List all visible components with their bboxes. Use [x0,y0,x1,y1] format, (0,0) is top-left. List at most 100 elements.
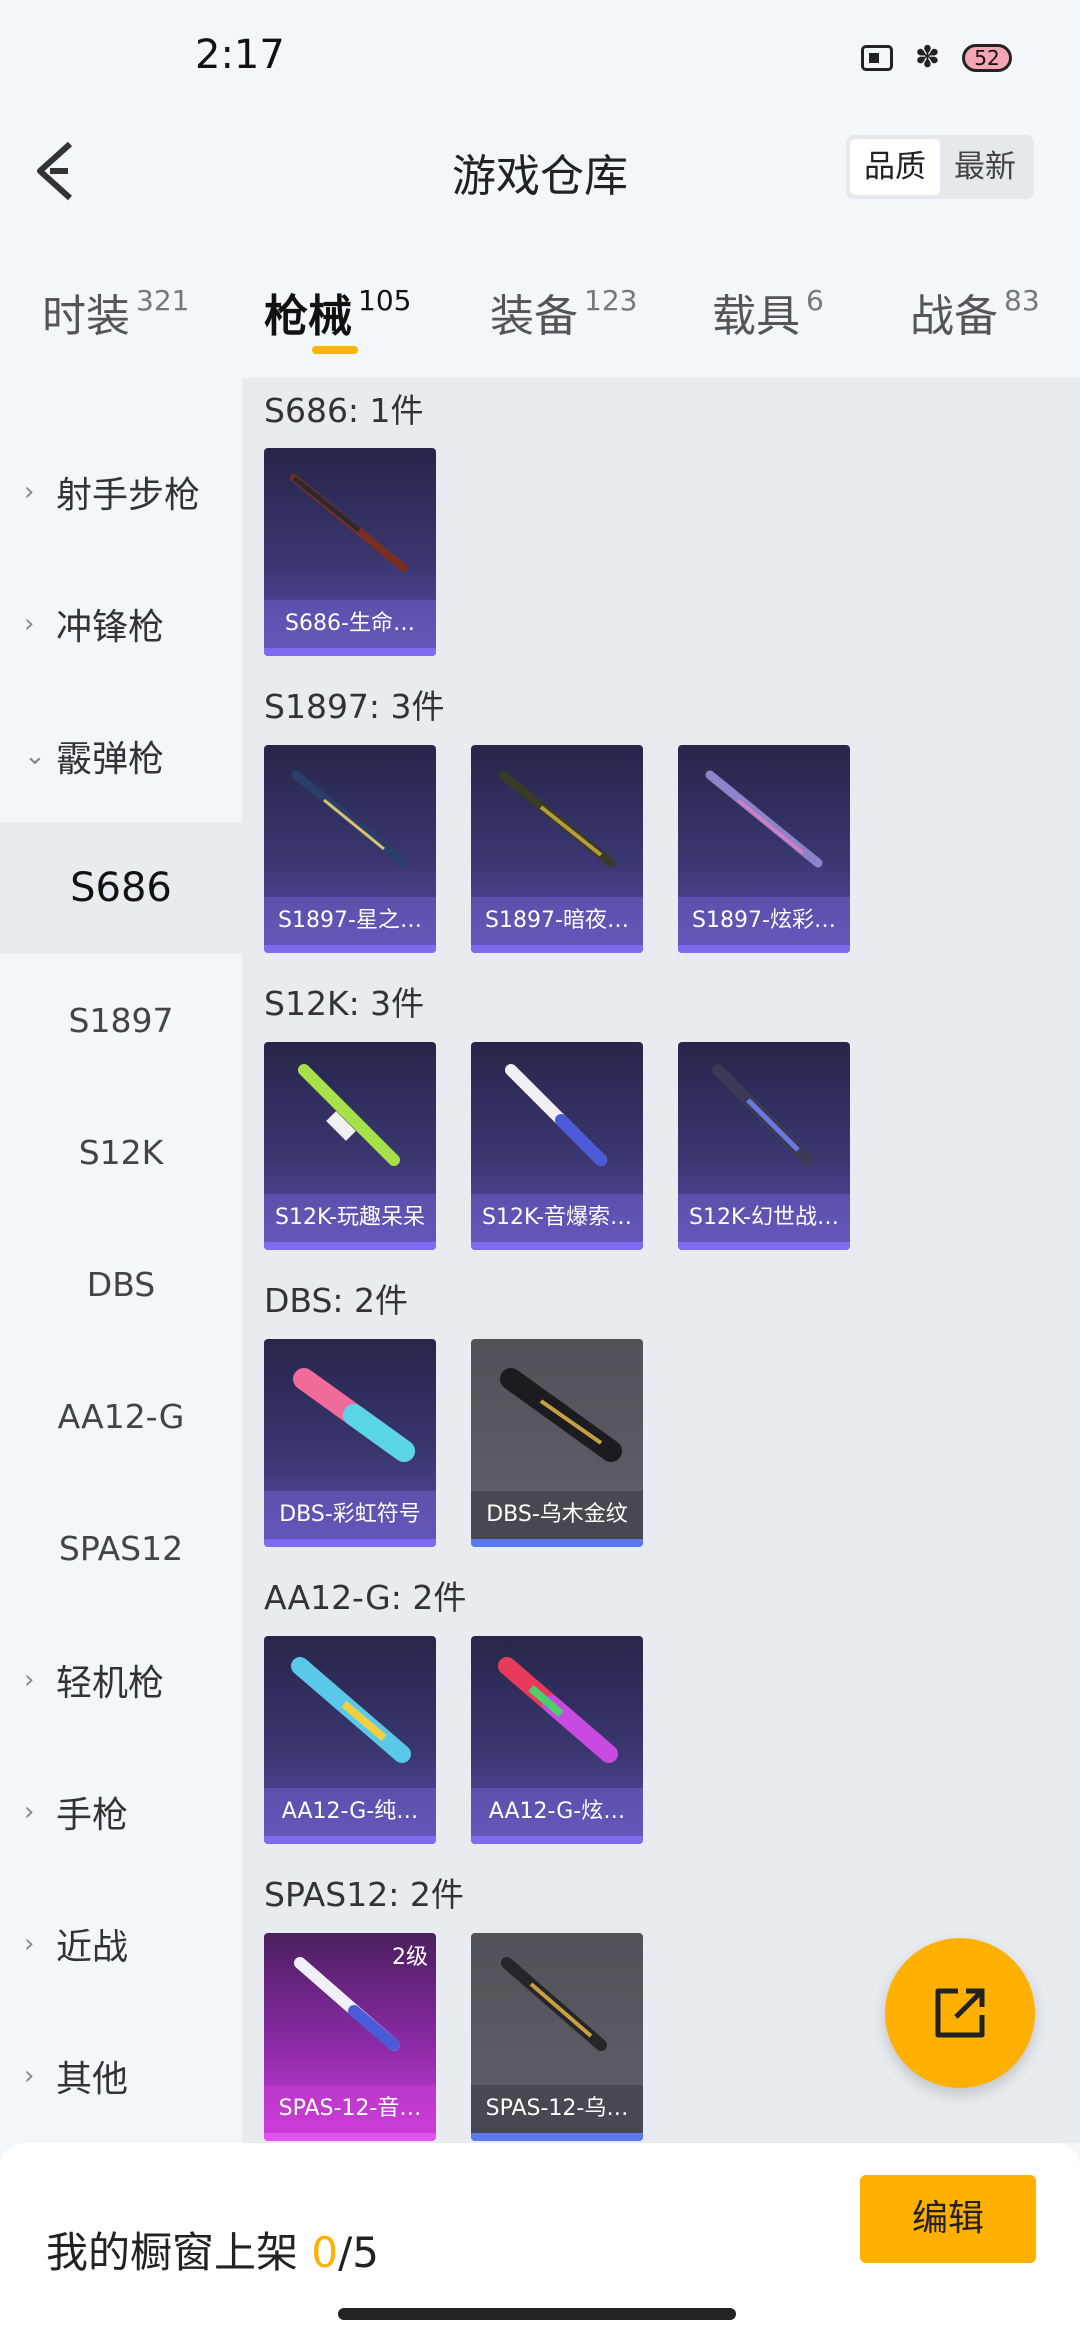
tab-label: 战备 [910,291,998,342]
section-title-spas12: SPAS12: 2件 [264,1875,464,1914]
rarity-bar [471,2133,643,2141]
status-icons: ✽ 52 [860,40,1012,75]
tab-equipment[interactable]: 装备 123 [490,280,637,344]
section-title-s1897: S1897: 3件 [264,687,445,726]
item-name: AA12-G-纯… [264,1788,436,1836]
item-name: SPAS-12-乌… [471,2085,643,2133]
showcase-status: 我的橱窗上架 0/5 [46,2219,379,2280]
shotgun-icon [498,770,616,868]
sort-toggle: 品质 最新 [846,135,1034,199]
item-card[interactable]: S12K-玩趣呆呆 [264,1042,436,1250]
section-title-s686: S686: 1件 [264,391,424,430]
status-bar: 2:17 ✽ 52 [0,0,1080,120]
sidebar-item-aa12g[interactable]: AA12-G [0,1350,242,1482]
sidebar-item-label: 冲锋枪 [56,607,165,648]
item-name: S686-生命… [264,600,436,648]
sidebar-item-s12k[interactable]: S12K [0,1086,242,1218]
rarity-bar [471,1836,643,1844]
sidebar-item-label: 其他 [56,2059,129,2100]
sim-card-icon [860,44,893,71]
active-tab-indicator [312,346,358,354]
status-time: 2:17 [195,32,285,78]
sidebar-item-pistol[interactable]: › 手枪 [0,1746,242,1878]
chevron-right-icon: › [24,477,35,507]
battery-icon: 52 [962,43,1012,72]
item-card[interactable]: S12K-音爆索… [471,1042,643,1250]
tab-count: 83 [1004,284,1040,317]
tab-vehicles[interactable]: 载具 6 [712,280,824,344]
shotgun-icon [500,1368,622,1462]
item-card[interactable]: S1897-星之… [264,745,436,953]
item-card[interactable]: 2级 SPAS-12-音… [264,1933,436,2141]
sidebar-item-label: 近战 [56,1927,129,1968]
item-name: S1897-星之… [264,897,436,945]
shotgun-icon [290,474,408,572]
home-indicator[interactable] [338,2308,736,2320]
item-card[interactable]: AA12-G-纯… [264,1636,436,1844]
item-card[interactable]: DBS-彩虹符号 [264,1339,436,1547]
item-name: DBS-彩虹符号 [264,1491,436,1539]
item-card[interactable]: S1897-暗夜… [471,745,643,953]
item-card[interactable]: S1897-炫彩… [678,745,850,953]
item-name: DBS-乌木金纹 [471,1491,643,1539]
item-card[interactable]: S12K-幻世战… [678,1042,850,1250]
shotgun-icon [498,1657,618,1763]
category-tabs: 时装 321 枪械 105 装备 123 载具 6 战备 83 [0,260,1080,360]
shotgun-icon [705,770,823,868]
rarity-bar [264,945,436,953]
tab-supplies[interactable]: 战备 83 [910,280,1040,344]
rarity-bar [264,1836,436,1844]
sidebar-item-dbs[interactable]: DBS [0,1218,242,1350]
sidebar-item-other[interactable]: › 其他 [0,2010,242,2142]
chevron-right-icon: › [24,1797,35,1827]
shotgun-icon [293,1368,415,1462]
tab-outfits[interactable]: 时装 321 [42,280,189,344]
sidebar-item-label: 霰弹枪 [56,739,165,780]
tab-label: 载具 [712,291,800,342]
tab-count: 105 [358,284,412,317]
item-card[interactable]: AA12-G-炫… [471,1636,643,1844]
sidebar-item-melee[interactable]: › 近战 [0,1878,242,2010]
sidebar-item-label: 轻机枪 [56,1663,165,1704]
shotgun-icon [291,770,409,868]
sort-newest-button[interactable]: 最新 [940,139,1030,195]
tab-guns[interactable]: 枪械 105 [264,280,411,344]
section-title-aa12g: AA12-G: 2件 [264,1578,467,1617]
item-name: S12K-音爆索… [471,1194,643,1242]
sidebar-item-shotgun[interactable]: ⌄ 霰弹枪 [0,690,242,822]
item-name: S12K-幻世战… [678,1194,850,1242]
tab-label: 时装 [42,291,130,342]
rarity-bar [471,1242,643,1250]
sidebar-item-smg[interactable]: › 冲锋枪 [0,558,242,690]
chevron-down-icon: ⌄ [24,741,46,771]
rifle-shotgun-icon [712,1064,814,1166]
item-card[interactable]: DBS-乌木金纹 [471,1339,643,1547]
sidebar-item-s686[interactable]: S686 [0,822,242,954]
sidebar-item-label: 射手步枪 [56,475,201,516]
sidebar-item-spas12[interactable]: SPAS12 [0,1482,242,1614]
sort-quality-button[interactable]: 品质 [850,139,940,195]
shotgun-icon [501,1957,607,2051]
section-title-dbs: DBS: 2件 [264,1281,409,1320]
edit-button[interactable]: 编辑 [860,2175,1036,2263]
sidebar-item-sniper[interactable]: › 射手步枪 [0,426,242,558]
item-card[interactable]: SPAS-12-乌… [471,1933,643,2141]
item-name: S1897-炫彩… [678,897,850,945]
item-name: S1897-暗夜… [471,897,643,945]
sidebar-item-lmg[interactable]: › 轻机枪 [0,1614,242,1746]
rarity-bar [264,1242,436,1250]
sidebar-item-label: 手枪 [56,1795,129,1836]
item-name: S12K-玩趣呆呆 [264,1194,436,1242]
header: 游戏仓库 品质 最新 [0,120,1080,220]
rarity-bar [471,1539,643,1547]
sidebar: › 射手步枪 › 冲锋枪 ⌄ 霰弹枪 S686 S1897 S12K DBS A… [0,378,242,2143]
tab-count: 321 [136,284,190,317]
shotgun-icon [291,1657,411,1763]
item-name: SPAS-12-音… [264,2085,436,2133]
rarity-bar [264,1539,436,1547]
item-card[interactable]: S686-生命… [264,448,436,656]
network-icon: ✽ [914,40,940,75]
share-fab-button[interactable] [885,1938,1035,2088]
level-badge: 2级 [392,1945,428,1970]
sidebar-item-s1897[interactable]: S1897 [0,954,242,1086]
